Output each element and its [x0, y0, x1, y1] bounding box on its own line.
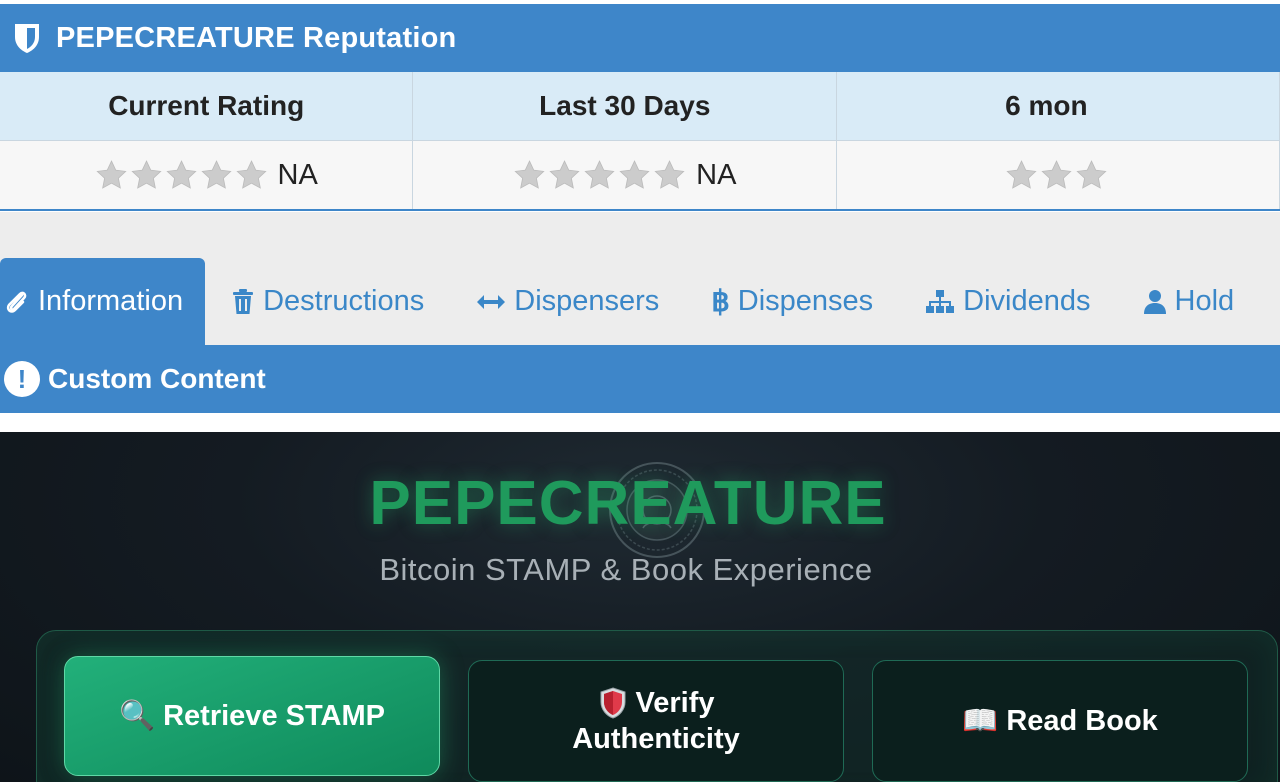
arrows-horizontal-icon	[477, 294, 506, 309]
reputation-value-row: NA NA	[0, 140, 1280, 211]
tab-dividends-label: Dividends	[963, 285, 1091, 317]
tab-destructions-label: Destructions	[263, 285, 425, 317]
tab-destructions[interactable]: Destructions	[205, 258, 450, 345]
star-icon	[549, 159, 580, 189]
tab-dividends[interactable]: Dividends	[899, 258, 1116, 345]
star-icon	[514, 159, 545, 189]
star-icon	[235, 159, 267, 189]
read-book-button[interactable]: 📖 Read Book	[872, 660, 1248, 782]
tab-holders-label: Hold	[1174, 285, 1235, 317]
custom-content-title: Custom Content	[48, 363, 266, 394]
brand-subtitle: Bitcoin STAMP & Book Experience	[379, 552, 873, 587]
star-icon	[165, 159, 197, 189]
bitcoin-icon: ฿	[711, 286, 730, 318]
verify-label-line1: Verify	[635, 686, 715, 719]
verify-label-line2: Authenticity	[572, 723, 740, 756]
tab-holders[interactable]: Hold	[1117, 258, 1261, 345]
tab-information-label: Information	[38, 285, 184, 317]
last-30-days-value: NA	[696, 158, 737, 191]
reputation-table: Current Rating Last 30 Days 6 mon NA NA	[0, 72, 1280, 211]
star-icon	[584, 159, 615, 189]
tab-dispenses-label: Dispenses	[737, 285, 874, 317]
shield-badge-icon	[600, 687, 625, 719]
tab-dispensers-label: Dispensers	[514, 285, 660, 317]
star-icon	[654, 159, 685, 189]
trash-icon	[233, 288, 254, 314]
six-months-stars	[1005, 158, 1110, 192]
tab-information[interactable]: Information	[0, 258, 206, 345]
tab-bar: Information Destructions Dispensers ฿ Di…	[0, 258, 1260, 345]
last-30-days-header: Last 30 Days	[412, 72, 838, 141]
six-months-header: 6 mon	[836, 72, 1280, 141]
retrieve-stamp-label: Retrieve STAMP	[163, 699, 385, 732]
star-icon	[130, 159, 162, 189]
custom-content-header: ! Custom Content	[0, 345, 1280, 413]
reputation-header-row: Current Rating Last 30 Days 6 mon	[0, 72, 1280, 141]
tab-dispensers[interactable]: Dispensers	[450, 258, 685, 345]
current-rating-header: Current Rating	[0, 72, 414, 141]
last-30-days-cell: NA	[412, 140, 838, 211]
read-book-label: Read Book	[1006, 704, 1158, 737]
star-icon	[95, 159, 127, 189]
current-rating-cell: NA	[0, 140, 414, 211]
sitemap-icon	[926, 289, 955, 313]
tab-dispenses[interactable]: ฿ Dispenses	[685, 258, 899, 345]
paperclip-icon	[6, 291, 27, 313]
current-rating-stars	[95, 158, 270, 192]
verify-authenticity-button[interactable]: Verify Authenticity	[468, 660, 844, 782]
magnifier-icon: 🔍	[119, 699, 156, 732]
star-icon	[200, 159, 232, 189]
current-rating-value: NA	[277, 158, 318, 191]
open-book-icon: 📖	[962, 704, 999, 737]
star-icon	[1006, 159, 1037, 189]
page: PEPECREATURE Reputation Current Rating L…	[0, 0, 1280, 782]
last-30-days-stars	[513, 158, 688, 192]
retrieve-stamp-button[interactable]: 🔍 Retrieve STAMP	[64, 656, 440, 776]
reputation-title: PEPECREATURE Reputation	[56, 21, 457, 54]
six-months-cell	[836, 140, 1280, 211]
shield-icon	[15, 24, 39, 53]
exclamation-circle-icon: !	[4, 361, 40, 397]
user-icon	[1143, 289, 1166, 314]
custom-content-panel: PEPECREATURE Bitcoin STAMP & Book Experi…	[0, 432, 1280, 782]
star-icon	[619, 159, 650, 189]
brand-title: PEPECREATURE	[369, 469, 887, 538]
star-icon	[1041, 159, 1072, 189]
reputation-header: PEPECREATURE Reputation	[0, 4, 1280, 72]
star-icon	[1076, 159, 1107, 189]
